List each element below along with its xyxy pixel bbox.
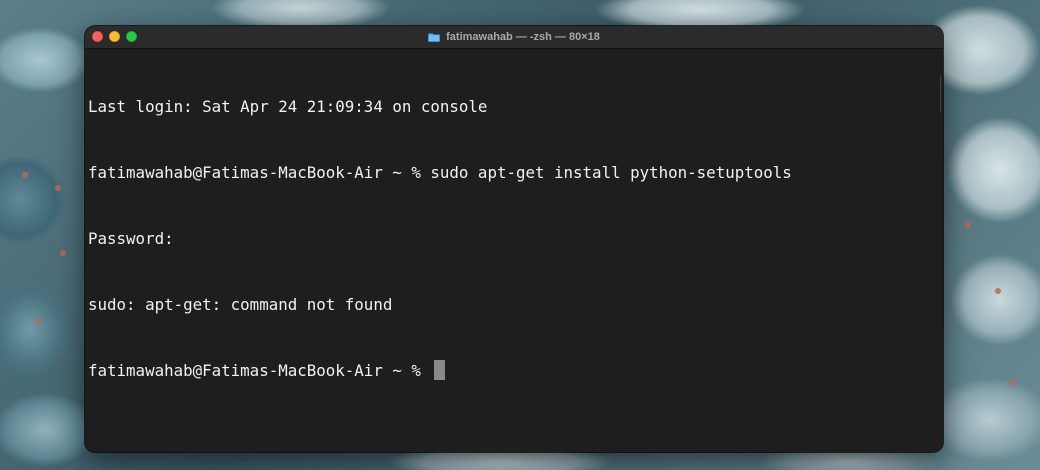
- window-title-group: fatimawahab — -zsh — 80×18: [428, 31, 600, 43]
- terminal-window[interactable]: fatimawahab — -zsh — 80×18 Last login: S…: [85, 26, 943, 452]
- text-cursor: [434, 360, 446, 380]
- prompt-line[interactable]: fatimawahab@Fatimas-MacBook-Air ~ %: [88, 360, 943, 382]
- window-title: fatimawahab — -zsh — 80×18: [446, 31, 600, 43]
- minimize-button[interactable]: [109, 31, 120, 42]
- window-titlebar[interactable]: fatimawahab — -zsh — 80×18: [85, 26, 943, 49]
- zoom-button[interactable]: [126, 31, 137, 42]
- output-line-error: sudo: apt-get: command not found: [88, 295, 393, 314]
- output-line-last-login: Last login: Sat Apr 24 21:09:34 on conso…: [88, 97, 488, 116]
- output-line-password: Password:: [88, 229, 174, 248]
- folder-icon: [428, 32, 440, 42]
- terminal-output[interactable]: Last login: Sat Apr 24 21:09:34 on conso…: [85, 49, 943, 426]
- output-line-command: fatimawahab@Fatimas-MacBook-Air ~ % sudo…: [88, 163, 792, 182]
- close-button[interactable]: [92, 31, 103, 42]
- scrollbar-marker: [940, 76, 943, 112]
- window-controls: [92, 31, 137, 42]
- shell-prompt: fatimawahab@Fatimas-MacBook-Air ~ %: [88, 361, 431, 380]
